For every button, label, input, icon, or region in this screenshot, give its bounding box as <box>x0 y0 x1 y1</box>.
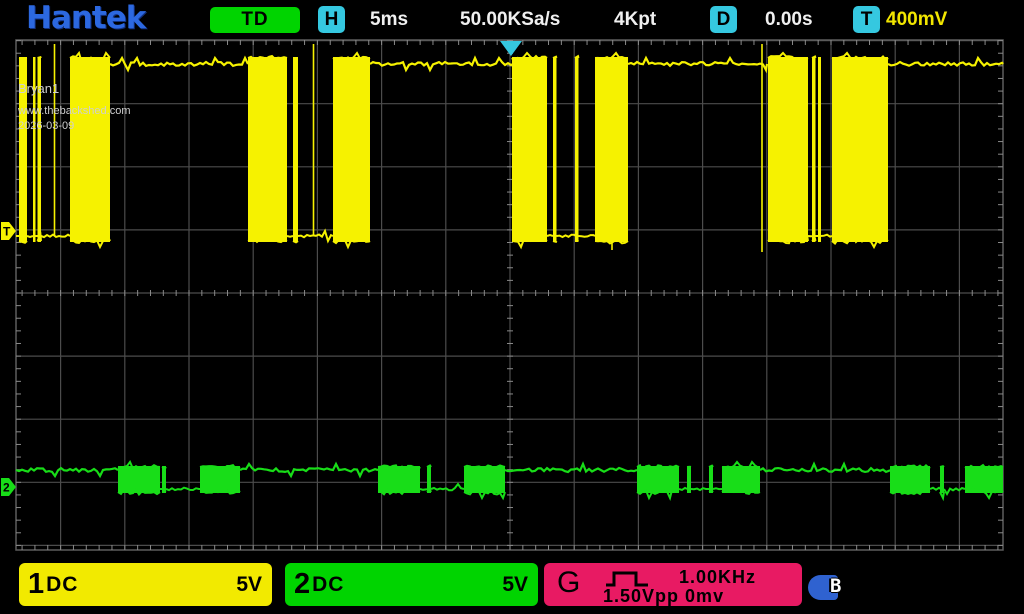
memory-depth-value: 4Kpt <box>614 9 656 31</box>
trigger-menu-badge[interactable]: T <box>853 6 880 33</box>
generator-label: G <box>557 566 580 600</box>
generator-offset: 0mv <box>685 586 724 606</box>
channel-bar: 1 DC 5V 2 DC 5V G 1.00KHz 1.50Vpp 0mv B <box>0 556 1024 614</box>
timebase-value: 5ms <box>370 9 408 31</box>
ch2-volts-div: 5V <box>502 573 528 597</box>
watermark: Bryan1 www.thebackshed.com 2026-03-09 <box>18 82 131 132</box>
trigger-position-marker[interactable] <box>500 41 522 56</box>
horizontal-offset-value: 0.00s <box>765 9 813 31</box>
ch1-number: 1 <box>28 570 44 599</box>
ch2-number: 2 <box>294 570 310 599</box>
ch2-badge[interactable]: 2 DC 5V <box>285 563 538 606</box>
watermark-author: Bryan1 <box>18 82 131 95</box>
ch1-coupling: DC <box>46 573 78 597</box>
ch1-volts-div: 5V <box>236 573 262 597</box>
generator-badge[interactable]: G 1.00KHz 1.50Vpp 0mv <box>544 563 802 606</box>
oscilloscope-screen: T2 Hantek TD H 5ms 50.00KSa/s 4Kpt D 0.0… <box>0 0 1024 614</box>
generator-amplitude: 1.50Vpp 0mv <box>603 586 724 607</box>
watermark-url: www.thebackshed.com <box>18 106 131 117</box>
delay-badge[interactable]: D <box>710 6 737 33</box>
trigger-level-value: 400mV <box>886 9 947 31</box>
horizontal-menu-badge[interactable]: H <box>318 6 345 33</box>
generator-vpp: 1.50Vpp <box>603 586 679 606</box>
ch2-offset-marker-label: 2 <box>3 481 10 495</box>
ch1-badge[interactable]: 1 DC 5V <box>19 563 272 606</box>
generator-frequency: 1.00KHz <box>679 567 756 588</box>
brand-logo: Hantek <box>26 0 145 36</box>
watermark-date: 2026-03-09 <box>18 121 131 132</box>
trigger-level-marker-label: T <box>3 225 11 239</box>
status-bar: Hantek TD H 5ms 50.00KSa/s 4Kpt D 0.00s … <box>0 0 1024 38</box>
sample-rate-value: 50.00KSa/s <box>460 9 560 31</box>
usb-device-label: B <box>830 575 841 597</box>
waveform-display: T2 <box>0 0 1024 614</box>
trigger-status-badge[interactable]: TD <box>210 7 300 33</box>
ch2-coupling: DC <box>312 573 344 597</box>
